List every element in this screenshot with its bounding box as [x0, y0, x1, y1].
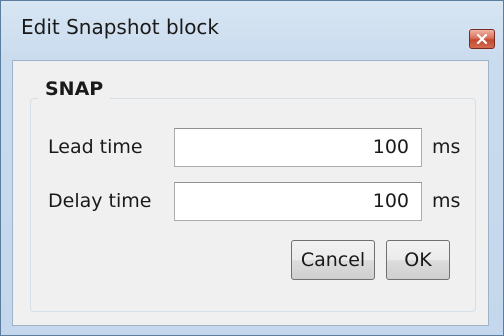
close-icon: [476, 34, 488, 44]
lead-time-unit: ms: [432, 136, 461, 158]
lead-time-input[interactable]: 100: [174, 128, 422, 167]
title-bar[interactable]: Edit Snapshot block: [1, 1, 503, 61]
group-label: SNAP: [38, 78, 111, 100]
cancel-button[interactable]: Cancel: [291, 240, 375, 280]
ok-button[interactable]: OK: [386, 240, 450, 280]
window-title: Edit Snapshot block: [21, 15, 220, 39]
lead-time-label: Lead time: [48, 136, 143, 158]
delay-time-unit: ms: [432, 190, 461, 212]
delay-time-label: Delay time: [48, 190, 152, 212]
close-button[interactable]: [469, 29, 495, 49]
delay-time-input[interactable]: 100: [174, 182, 422, 221]
